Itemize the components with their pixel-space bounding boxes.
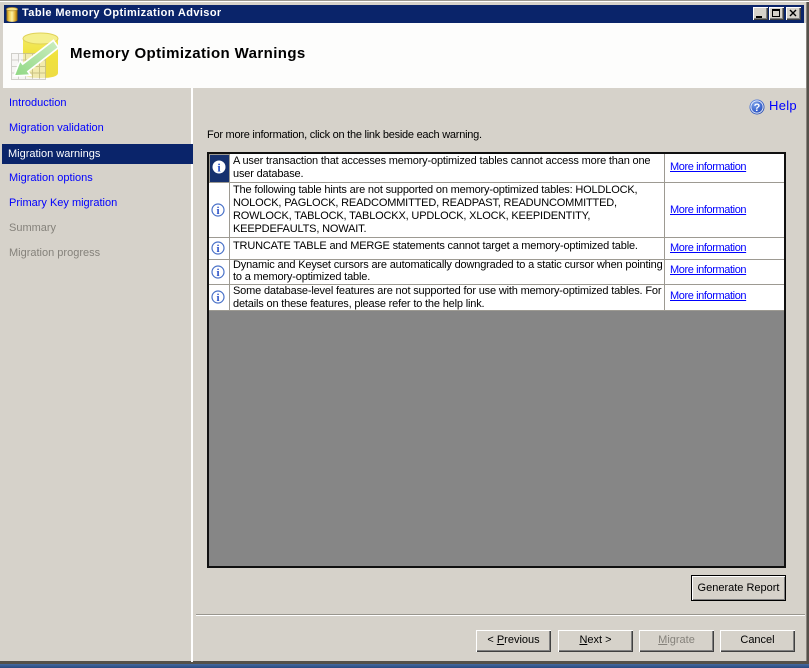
svg-text:i: i bbox=[216, 267, 219, 279]
svg-text:i: i bbox=[216, 292, 219, 304]
svg-text:i: i bbox=[216, 243, 219, 255]
svg-text:?: ? bbox=[754, 102, 761, 114]
svg-text:i: i bbox=[216, 205, 219, 217]
